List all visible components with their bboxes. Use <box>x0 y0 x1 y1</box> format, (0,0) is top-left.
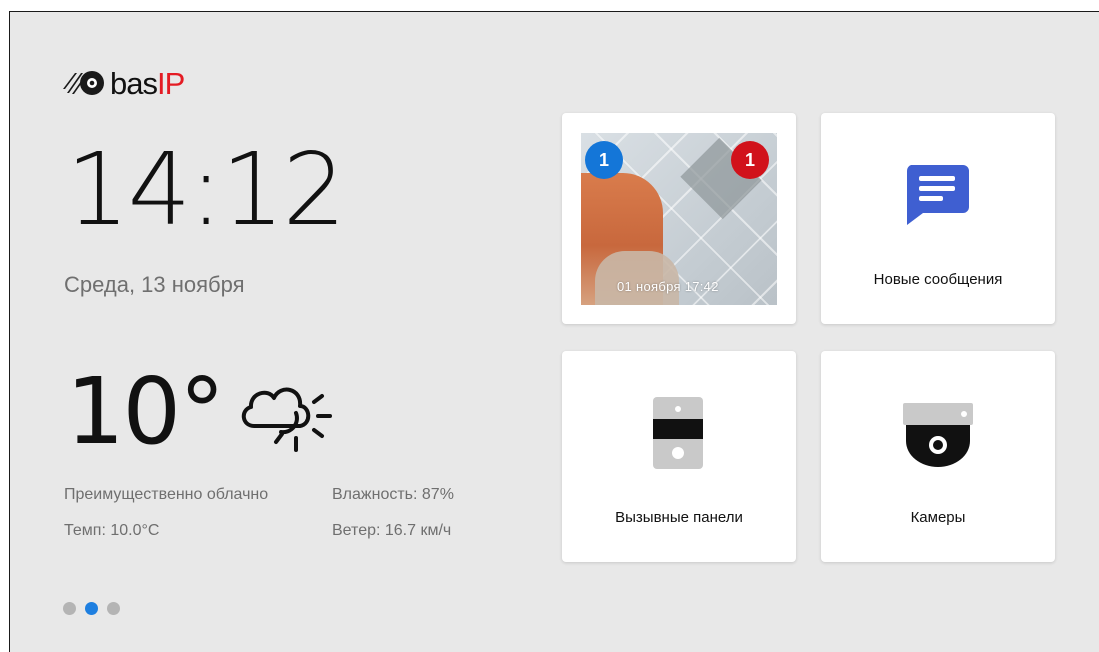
page-dot[interactable] <box>107 602 120 615</box>
cameras-label: Камеры <box>910 509 966 526</box>
weather-humidity: Влажность: 87% <box>332 486 454 503</box>
weather-condition: Преимущественно облачно <box>64 486 269 503</box>
call-panels-tile[interactable]: Вызывные панели <box>562 351 796 562</box>
snapshot-count-badge: 1 <box>585 141 623 179</box>
snapshot-timestamp: 01 ноября 17:42 <box>617 279 719 294</box>
clock-time: 14:12 <box>66 131 346 248</box>
messages-label: Новые сообщения <box>873 271 1003 288</box>
weather-temperature: 10° <box>66 358 225 465</box>
last-call-snapshot-tile[interactable]: 01 ноября 17:42 1 1 <box>562 113 796 324</box>
dome-camera-icon <box>903 403 973 467</box>
messages-tile[interactable]: Новые сообщения <box>821 113 1055 324</box>
page-indicator <box>63 602 120 615</box>
message-icon <box>906 165 969 225</box>
weather-temp-detail: Темп: 10.0°С <box>64 522 160 539</box>
cameras-tile[interactable]: Камеры <box>821 351 1055 562</box>
call-panels-label: Вызывные панели <box>615 509 743 526</box>
weather-wind: Ветер: 16.7 км/ч <box>332 522 452 539</box>
missed-calls-badge: 1 <box>731 141 769 179</box>
home-screen: basIP 14:12 Среда, 13 ноября 10° Преимущ… <box>9 11 1099 652</box>
call-panel-icon <box>653 397 703 469</box>
cloud-sun-icon <box>241 387 332 452</box>
brand-logo: basIP <box>61 65 185 101</box>
basip-logo-icon <box>63 71 104 95</box>
page-dot[interactable] <box>63 602 76 615</box>
page-dot-active[interactable] <box>85 602 98 615</box>
brand-wordmark: basIP <box>110 65 185 101</box>
clock-date: Среда, 13 ноября <box>64 272 245 297</box>
